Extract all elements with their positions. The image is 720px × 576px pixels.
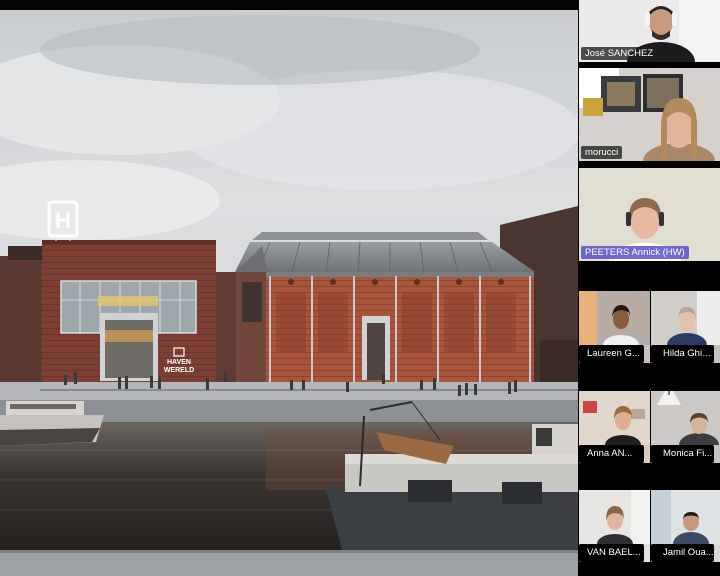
participant-name: José SANCHEZ (581, 47, 658, 60)
participant-tile-jose-sanchez[interactable]: José SANCHEZ (579, 0, 720, 62)
building-sign-line2: WERELD (164, 367, 194, 374)
participant-tile-hilda[interactable]: Hilda Ghiur... (651, 291, 720, 363)
participant-tile-jamil[interactable]: Jamil Oua... (651, 490, 720, 562)
participant-tile-peeters-annick[interactable]: PEETERS Annick (HW) (579, 168, 720, 261)
participant-tile-van-bael[interactable]: VAN BAEL... (579, 490, 650, 562)
participant-name: Monica Fi... (651, 445, 714, 463)
participant-video (579, 391, 650, 455)
participant-tile-morucci[interactable]: morucci (579, 68, 720, 161)
participant-name: Hilda Ghiur... (651, 345, 714, 363)
museum-rendering-image: H HAVEN WERELD (0, 10, 578, 576)
participant-video (651, 291, 720, 357)
participant-name: morucci (581, 146, 623, 159)
participant-video (651, 490, 720, 556)
participant-video (579, 291, 650, 355)
participant-video (579, 490, 650, 554)
participant-name: Laureen G... (579, 345, 644, 363)
participant-name: PEETERS Annick (HW) (581, 246, 689, 259)
participant-tile-laureen[interactable]: Laureen G... (579, 291, 650, 363)
participant-name: Anna AN... (579, 445, 644, 463)
shared-screen: H HAVEN WERELD (0, 10, 578, 576)
participant-video (651, 391, 720, 457)
participant-tile-monica[interactable]: Monica Fi... (651, 391, 720, 463)
participants-panel: José SANCHEZ morucci PEETERS Annick (HW)… (579, 0, 720, 576)
participant-name: VAN BAEL... (579, 544, 644, 562)
building-sign-line1: HAVEN (167, 359, 191, 366)
participant-name: Jamil Oua... (651, 544, 714, 562)
participant-tile-anna[interactable]: Anna AN... (579, 391, 650, 463)
logo-letter: H (55, 208, 71, 233)
